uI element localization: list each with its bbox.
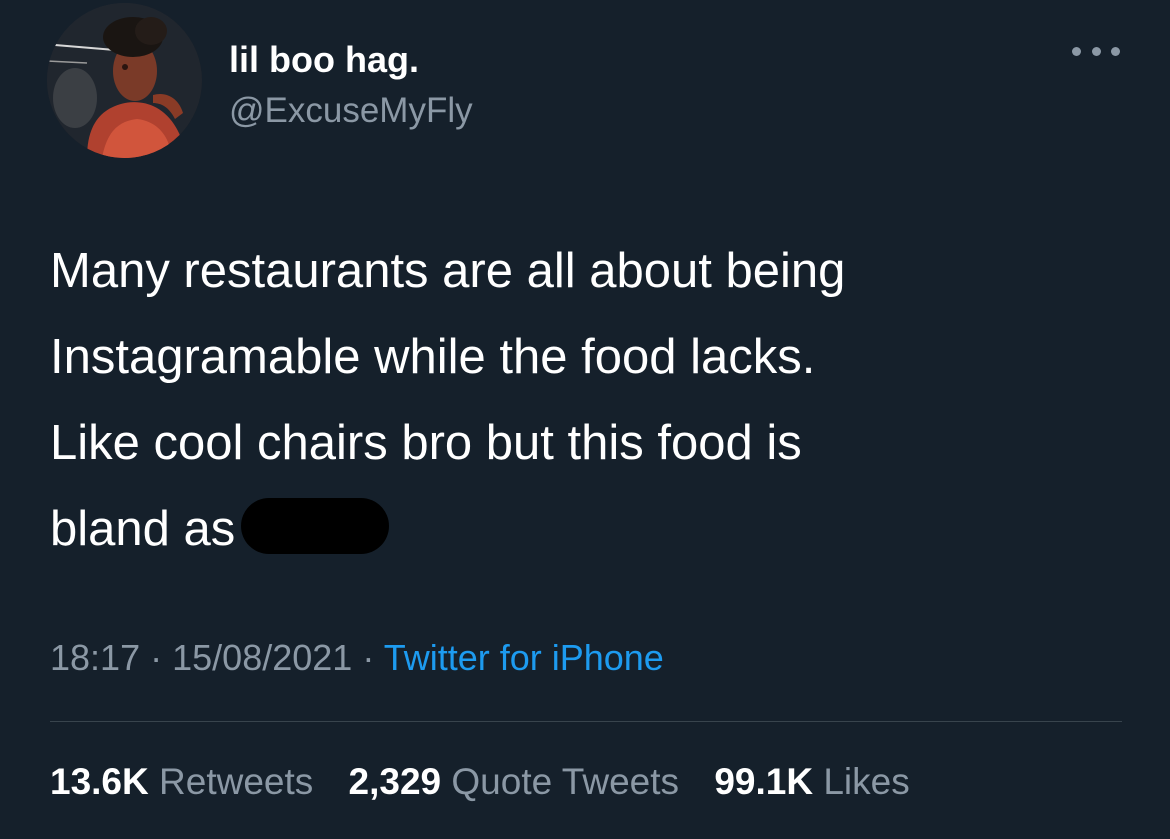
meta-separator: · [362, 637, 375, 678]
more-dot [1091, 46, 1101, 56]
retweets-stat[interactable]: 13.6K Retweets [50, 759, 313, 805]
avatar[interactable] [47, 3, 202, 158]
retweets-count: 13.6K [50, 761, 149, 802]
retweets-label: Retweets [159, 761, 314, 802]
tweet-detail: lil boo hag. @ExcuseMyFly Many restauran… [0, 0, 1170, 839]
tweet-text: Many restaurants are all about being Ins… [50, 228, 1120, 572]
likes-stat[interactable]: 99.1K Likes [714, 759, 909, 805]
tweet-time[interactable]: 18:17 [50, 637, 140, 678]
tweet-date[interactable]: 15/08/2021 [172, 637, 352, 678]
display-name[interactable]: lil boo hag. [229, 38, 419, 82]
tweet-text-line: Like cool chairs bro but this food is [50, 416, 802, 470]
tweet-source-link[interactable]: Twitter for iPhone [384, 637, 664, 678]
more-dot [1072, 46, 1081, 56]
tweet-metadata: 18:17 · 15/08/2021 · Twitter for iPhone [50, 635, 664, 681]
divider [50, 721, 1122, 722]
likes-count: 99.1K [714, 761, 814, 802]
quote-tweets-label: Quote Tweets [451, 761, 680, 802]
quote-tweets-count: 2,329 [348, 761, 442, 802]
quote-tweets-stat[interactable]: 2,329 Quote Tweets [349, 759, 680, 805]
more-horizontal-icon[interactable] [1072, 36, 1120, 66]
tweet-text-line: Instagramable while the food lacks. [50, 330, 816, 384]
redaction-mark [240, 498, 389, 555]
more-dot [1111, 46, 1120, 56]
avatar-photo [47, 3, 202, 158]
meta-separator: · [150, 637, 163, 678]
user-handle[interactable]: @ExcuseMyFly [229, 90, 473, 132]
likes-label: Likes [823, 761, 910, 802]
tweet-text-line: Many restaurants are all about being [50, 244, 846, 298]
engagement-stats: 13.6K Retweets 2,329 Quote Tweets 99.1K … [50, 759, 935, 805]
tweet-text-line-last: bland as f [50, 486, 1120, 572]
tweet-text-fragment: bland as f [50, 502, 263, 556]
